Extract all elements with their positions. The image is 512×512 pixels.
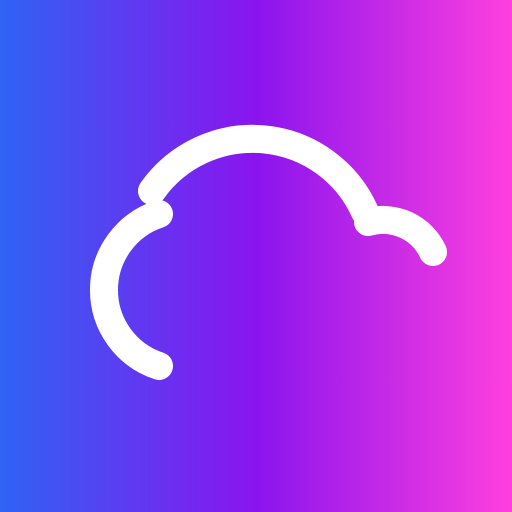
app-icon-artwork: [0, 0, 512, 512]
app-icon: [0, 0, 512, 512]
